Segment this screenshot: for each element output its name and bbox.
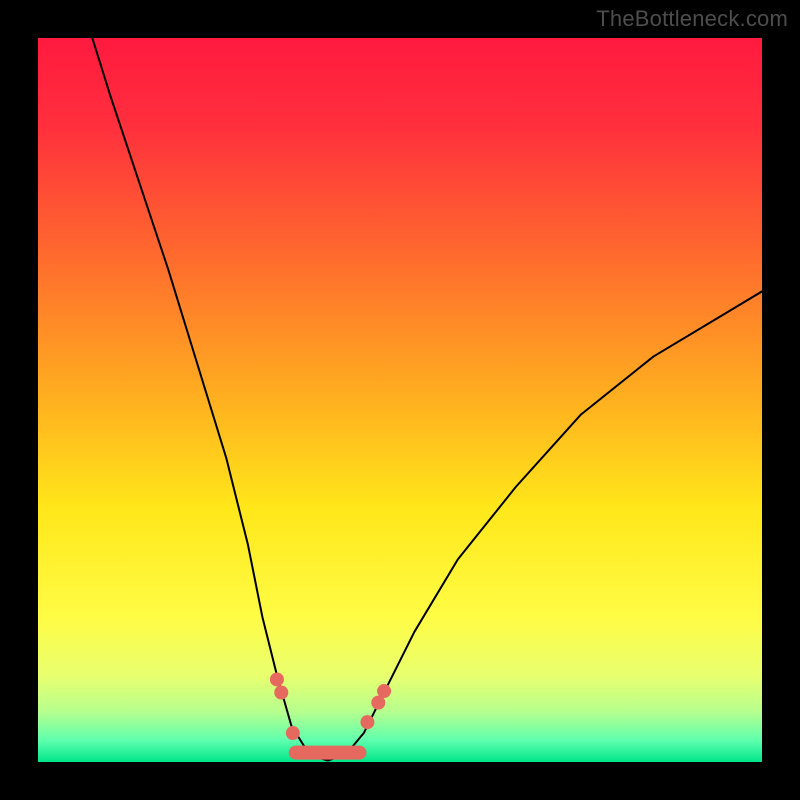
valley-marker-left-point — [270, 672, 284, 686]
watermark-text: TheBottleneck.com — [596, 6, 788, 32]
valley-marker-right-point — [377, 684, 391, 698]
chart-frame: TheBottleneck.com — [0, 0, 800, 800]
chart-svg — [38, 38, 762, 762]
valley-marker-right-point — [360, 715, 374, 729]
valley-marker-left-point — [286, 726, 300, 740]
valley-marker-left-point — [274, 685, 288, 699]
bottleneck-curve — [92, 38, 762, 761]
plot-area — [38, 38, 762, 762]
